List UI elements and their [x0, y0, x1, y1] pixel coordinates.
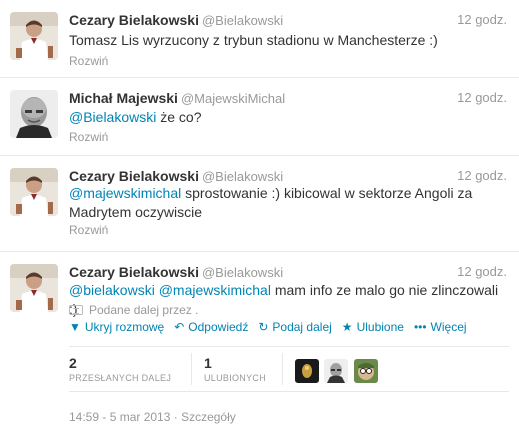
reply-button[interactable]: ↶ Odpowiedź	[174, 318, 248, 336]
tweet-header: Cezary Bielakowski @Bielakowski	[69, 263, 283, 281]
timestamp[interactable]: 12 godz.	[457, 11, 507, 29]
action-label: Ulubione	[356, 320, 404, 334]
collapse-icon: ▼	[69, 320, 81, 334]
retweeted-by: Podane dalej przez .	[69, 302, 198, 318]
fullname[interactable]: Cezary Bielakowski	[69, 264, 199, 280]
tweet-header: Cezary Bielakowski @Bielakowski	[69, 167, 283, 185]
more-button[interactable]: ••• Więcej	[414, 318, 467, 336]
expand-link[interactable]: Rozwiń	[69, 222, 108, 238]
username[interactable]: @Bielakowski	[202, 169, 283, 184]
fullname[interactable]: Cezary Bielakowski	[69, 168, 199, 184]
retweets-stat[interactable]: 2 PRZESŁANYCH DALEJ	[69, 355, 171, 385]
avatar[interactable]	[10, 12, 58, 60]
tweet-text: @majewskimichal sprostowanie :) kibicowa…	[69, 184, 479, 222]
action-label: Więcej	[430, 320, 467, 334]
retweet-icon: ↻	[258, 320, 269, 334]
reply-icon: ↶	[174, 320, 185, 334]
tweet-footer: 14:59 - 5 mar 2013 · Szczegóły	[69, 409, 236, 425]
tweet-3[interactable]: Cezary Bielakowski @Bielakowski 12 godz. …	[0, 156, 519, 252]
action-label: Ukryj rozmowę	[84, 320, 165, 334]
retweets-count: 2	[69, 355, 77, 371]
favorite-button[interactable]: ★ Ulubione	[342, 318, 404, 336]
tweet-actions: ▼ Ukryj rozmowę ↶ Odpowiedź ↻ Podaj dalej ★…	[69, 318, 477, 336]
retweeter-avatar[interactable]	[324, 359, 348, 383]
fullname[interactable]: Cezary Bielakowski	[69, 12, 199, 28]
tweet-text: @Bielakowski że co?	[69, 108, 499, 127]
action-label: Podaj dalej	[272, 320, 332, 334]
retweets-label: PRZESŁANYCH DALEJ	[69, 373, 172, 383]
tweet-datetime: 14:59 - 5 mar 2013	[69, 410, 171, 424]
fullname[interactable]: Michał Majewski	[69, 90, 178, 106]
tweet-2[interactable]: Michał Majewski @MajewskiMichal 12 godz. …	[0, 78, 519, 156]
retweet-box-icon	[69, 305, 83, 315]
details-link[interactable]: Szczegóły	[181, 410, 236, 424]
favoriter-avatar[interactable]	[354, 359, 378, 383]
avatar[interactable]	[10, 264, 58, 312]
footer-separator: ·	[170, 410, 182, 424]
favorites-count: 1	[204, 355, 212, 371]
username[interactable]: @Bielakowski	[202, 265, 283, 280]
mention-link[interactable]: @Bielakowski	[69, 109, 156, 125]
timestamp[interactable]: 12 godz.	[457, 89, 507, 107]
action-label: Odpowiedź	[188, 320, 249, 334]
username[interactable]: @Bielakowski	[202, 13, 283, 28]
stat-divider	[191, 353, 192, 385]
tweet-header: Cezary Bielakowski @Bielakowski	[69, 11, 283, 29]
tweet-header: Michał Majewski @MajewskiMichal	[69, 89, 285, 107]
mention-link[interactable]: @bielakowski	[69, 282, 155, 298]
retweeter-avatar[interactable]	[295, 359, 319, 383]
mention-link[interactable]: @majewskimichal	[159, 282, 271, 298]
favorites-label: ULUBIONYCH	[204, 373, 267, 383]
stat-divider	[282, 353, 283, 385]
hide-conversation-button[interactable]: ▼ Ukryj rozmowę	[69, 318, 164, 336]
tweet-text-rest: że co?	[156, 109, 202, 125]
timestamp[interactable]: 12 godz.	[457, 263, 507, 281]
tweet-text: Tomasz Lis wyrzucony z trybun stadionu w…	[69, 32, 438, 48]
username[interactable]: @MajewskiMichal	[181, 91, 285, 106]
tweet-1[interactable]: Cezary Bielakowski @Bielakowski 12 godz. …	[0, 0, 519, 78]
retweeted-by-label[interactable]: Podane dalej przez .	[89, 302, 198, 318]
star-icon: ★	[341, 320, 353, 334]
retweet-button[interactable]: ↻ Podaj dalej	[258, 318, 331, 336]
tweet-stats: 2 PRZESŁANYCH DALEJ 1 ULUBIONYCH	[69, 346, 509, 392]
favorites-stat[interactable]: 1 ULUBIONYCH	[204, 355, 266, 385]
avatar[interactable]	[10, 168, 58, 216]
mention-link[interactable]: @majewskimichal	[69, 185, 181, 201]
more-icon: •••	[413, 320, 427, 334]
expand-link[interactable]: Rozwiń	[69, 129, 108, 145]
timestamp[interactable]: 12 godz.	[457, 167, 507, 185]
expand-link[interactable]: Rozwiń	[69, 53, 108, 69]
avatar[interactable]	[10, 90, 58, 138]
